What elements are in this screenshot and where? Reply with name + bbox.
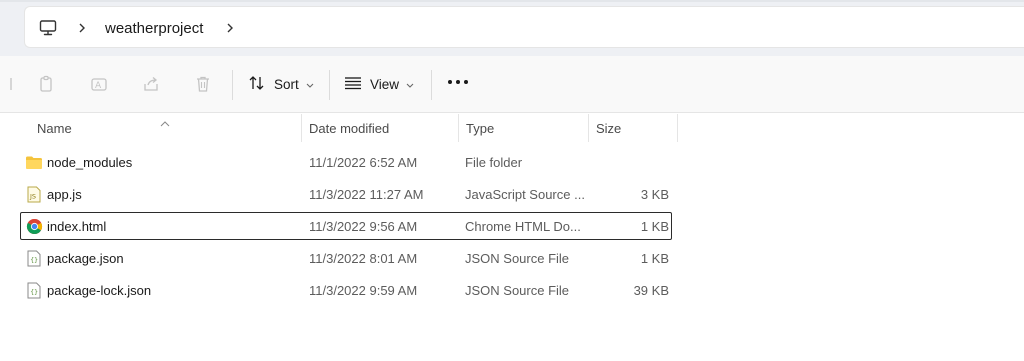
view-list-icon (344, 76, 362, 93)
file-type: Chrome HTML Do... (465, 218, 581, 234)
view-label: View (370, 76, 400, 92)
column-header-date-modified[interactable]: Date modified (309, 114, 389, 142)
file-name: package-lock.json (47, 282, 152, 298)
file-date-modified: 11/1/2022 6:52 AM (309, 154, 418, 170)
file-row-package-json[interactable]: {} package.json 11/3/2022 8:01 AM JSON S… (20, 244, 672, 272)
rename-icon[interactable]: A (87, 72, 111, 96)
file-type: JSON Source File (465, 282, 570, 298)
file-size: 39 KB (633, 282, 669, 298)
address-bar[interactable]: weatherproject (24, 6, 1024, 48)
file-row-app-js[interactable]: JS app.js 11/3/2022 11:27 AM JavaScript … (20, 180, 672, 208)
file-list: Name Date modified Type Size node_module… (0, 112, 1024, 361)
file-explorer-window: weatherproject A Sort View Name Date mod… (0, 0, 1024, 361)
file-name: package.json (47, 250, 124, 266)
svg-text:{}: {} (30, 256, 38, 264)
sort-icon (248, 75, 266, 94)
file-name: node_modules (47, 154, 133, 170)
json-file-icon: {} (25, 277, 43, 303)
column-header-size[interactable]: Size (596, 114, 621, 142)
file-size: 3 KB (640, 186, 669, 202)
column-divider[interactable] (301, 114, 302, 142)
sort-ascending-icon (160, 114, 170, 132)
copy-icon[interactable] (34, 72, 58, 96)
command-bar: A Sort View (0, 56, 1024, 112)
file-row-index-html[interactable]: index.html 11/3/2022 9:56 AM Chrome HTML… (20, 212, 672, 240)
svg-text:JS: JS (29, 192, 36, 200)
file-date-modified: 11/3/2022 9:59 AM (309, 282, 418, 298)
file-type: File folder (465, 154, 523, 170)
column-divider[interactable] (458, 114, 459, 142)
file-size: 1 KB (640, 218, 669, 234)
svg-text:A: A (95, 81, 102, 91)
folder-icon (25, 149, 43, 175)
file-type: JavaScript Source ... (465, 186, 585, 202)
json-file-icon: {} (25, 245, 43, 271)
toolbar-separator (431, 70, 432, 100)
file-date-modified: 11/3/2022 8:01 AM (309, 250, 418, 266)
breadcrumb-weatherproject[interactable]: weatherproject (105, 7, 203, 49)
list-top-divider (0, 112, 1024, 113)
top-divider (0, 0, 1024, 2)
file-name: index.html (47, 218, 107, 234)
chrome-icon (25, 213, 43, 239)
sort-button[interactable]: Sort (248, 68, 314, 100)
toolbar-separator (232, 70, 233, 100)
file-row-node-modules[interactable]: node_modules 11/1/2022 6:52 AM File fold… (20, 148, 672, 176)
file-date-modified: 11/3/2022 11:27 AM (309, 186, 424, 202)
chevron-right-icon[interactable] (225, 7, 237, 49)
share-icon[interactable] (139, 72, 163, 96)
cut-icon[interactable] (0, 72, 18, 96)
svg-text:{}: {} (30, 288, 38, 296)
column-header-type[interactable]: Type (466, 114, 494, 142)
view-button[interactable]: View (344, 68, 414, 100)
column-divider[interactable] (677, 114, 678, 142)
computer-icon[interactable] (39, 7, 59, 49)
chevron-right-icon[interactable] (77, 7, 89, 49)
more-icon[interactable] (448, 80, 468, 84)
column-header-name[interactable]: Name (37, 114, 72, 142)
chevron-down-icon (306, 77, 314, 92)
chevron-down-icon (406, 77, 414, 92)
file-name: app.js (47, 186, 82, 202)
file-size (593, 149, 669, 175)
delete-icon[interactable] (191, 72, 215, 96)
column-divider[interactable] (588, 114, 589, 142)
toolbar-separator (329, 70, 330, 100)
file-date-modified: 11/3/2022 9:56 AM (309, 218, 418, 234)
js-file-icon: JS (25, 181, 43, 207)
sort-label: Sort (274, 76, 299, 92)
file-type: JSON Source File (465, 250, 570, 266)
file-size: 1 KB (640, 250, 669, 266)
address-bar-area: weatherproject (0, 0, 1024, 56)
file-row-package-lock-json[interactable]: {} package-lock.json 11/3/2022 9:59 AM J… (20, 276, 672, 304)
